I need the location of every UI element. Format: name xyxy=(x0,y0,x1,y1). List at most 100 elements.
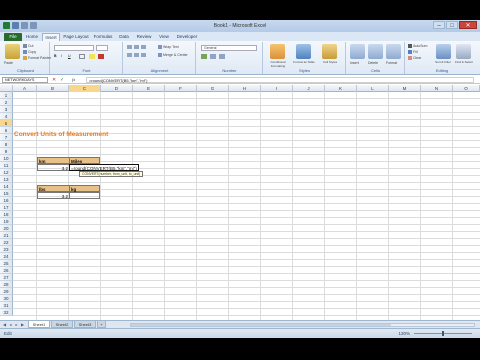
format-cells-icon[interactable] xyxy=(386,44,401,59)
row-header-13[interactable]: 13 xyxy=(0,176,13,183)
km-value-cell[interactable]: 3.2 xyxy=(37,164,70,171)
wrap-text-button[interactable]: Wrap Text xyxy=(158,45,179,50)
bold-icon[interactable]: B xyxy=(54,54,59,59)
row-header-22[interactable]: 22 xyxy=(0,239,13,246)
row-header-29[interactable]: 29 xyxy=(0,288,13,295)
align-bottom-icon[interactable] xyxy=(141,45,146,49)
clear-button[interactable]: Clear xyxy=(408,56,421,61)
row-header-16[interactable]: 16 xyxy=(0,197,13,204)
column-header-c[interactable]: C xyxy=(69,85,101,92)
row-header-4[interactable]: 4 xyxy=(0,113,13,120)
row-header-15[interactable]: 15 xyxy=(0,190,13,197)
row-header-25[interactable]: 25 xyxy=(0,260,13,267)
close-icon[interactable]: ✕ xyxy=(459,21,477,29)
row-header-28[interactable]: 28 xyxy=(0,281,13,288)
row-header-5[interactable]: 5 xyxy=(0,120,13,127)
conditional-formatting-button[interactable]: Conditional Formatting xyxy=(265,60,291,67)
font-color-icon[interactable] xyxy=(98,54,104,59)
tab-view[interactable]: View xyxy=(156,33,172,41)
format-painter-button[interactable]: Format Painter xyxy=(23,56,51,61)
align-middle-icon[interactable] xyxy=(134,45,139,49)
column-header-m[interactable]: M xyxy=(389,85,421,92)
copy-button[interactable]: Copy xyxy=(23,50,36,55)
tab-review[interactable]: Review xyxy=(134,33,154,41)
maximize-icon[interactable]: □ xyxy=(446,21,458,29)
font-size-dropdown[interactable] xyxy=(96,45,108,51)
row-header-6[interactable]: 6 xyxy=(0,127,13,134)
column-header-k[interactable]: K xyxy=(325,85,357,92)
row-header-17[interactable]: 17 xyxy=(0,204,13,211)
row-header-1[interactable]: 1 xyxy=(0,92,13,99)
tab-home[interactable]: Home xyxy=(24,33,40,41)
align-left-icon[interactable] xyxy=(127,53,132,57)
cancel-icon[interactable]: ✕ xyxy=(52,77,57,83)
minimize-icon[interactable]: – xyxy=(433,21,445,29)
currency-icon[interactable] xyxy=(201,54,207,59)
tab-insert[interactable]: Insert xyxy=(42,33,60,41)
row-header-3[interactable]: 3 xyxy=(0,106,13,113)
sheet-tab-sheet2[interactable]: Sheet2 xyxy=(51,321,73,328)
paste-button[interactable]: Paste xyxy=(4,61,13,66)
autosum-button[interactable]: AutoSum xyxy=(408,44,427,49)
row-header-2[interactable]: 2 xyxy=(0,99,13,106)
row-header-30[interactable]: 30 xyxy=(0,295,13,302)
row-header-11[interactable]: 11 xyxy=(0,162,13,169)
formula-input[interactable]: =round(CONVERT(B5,"km","mi") xyxy=(86,77,474,83)
insert-cells-button[interactable]: Insert xyxy=(350,61,359,66)
km-header-cell[interactable]: km xyxy=(37,157,70,164)
cell-styles-icon[interactable] xyxy=(322,44,337,59)
zoom-slider-thumb[interactable] xyxy=(442,331,444,336)
comma-icon[interactable] xyxy=(219,54,225,59)
borders-icon[interactable] xyxy=(79,54,85,59)
delete-cells-button[interactable]: Delete xyxy=(368,61,378,66)
select-all-corner[interactable] xyxy=(0,85,13,92)
lbs-header-cell[interactable]: lbs xyxy=(37,185,70,192)
column-header-d[interactable]: D xyxy=(101,85,133,92)
number-format-dropdown[interactable]: General xyxy=(201,45,257,51)
align-top-icon[interactable] xyxy=(127,45,132,49)
cut-button[interactable]: Cut xyxy=(23,44,33,49)
row-header-32[interactable]: 32 xyxy=(0,309,13,316)
percent-icon[interactable] xyxy=(210,54,216,59)
column-header-j[interactable]: J xyxy=(293,85,325,92)
horizontal-scrollbar[interactable] xyxy=(130,323,475,327)
row-header-7[interactable]: 7 xyxy=(0,134,13,141)
row-header-20[interactable]: 20 xyxy=(0,225,13,232)
row-header-31[interactable]: 31 xyxy=(0,302,13,309)
row-header-21[interactable]: 21 xyxy=(0,232,13,239)
fill-color-icon[interactable] xyxy=(89,54,95,59)
paste-icon[interactable] xyxy=(5,44,20,59)
binoculars-icon[interactable] xyxy=(456,44,471,59)
name-box[interactable]: NETWORKDAYS xyxy=(2,77,48,83)
column-header-i[interactable]: I xyxy=(261,85,293,92)
sort-filter-button[interactable]: Sort & Filter xyxy=(432,60,454,66)
enter-icon[interactable]: ✓ xyxy=(60,77,65,83)
miles-header-cell[interactable]: Miles xyxy=(69,157,100,164)
column-header-o[interactable]: O xyxy=(453,85,480,92)
column-header-e[interactable]: E xyxy=(133,85,165,92)
align-center-icon[interactable] xyxy=(134,53,139,57)
sheet-tab-sheet3[interactable]: Sheet3 xyxy=(74,321,96,328)
delete-cells-icon[interactable] xyxy=(368,44,383,59)
active-cell-formula[interactable]: =round(CONVERT(B5,"km","mi") xyxy=(69,164,139,171)
row-header-9[interactable]: 9 xyxy=(0,148,13,155)
format-as-table-button[interactable]: Format as Table xyxy=(292,60,316,66)
column-header-g[interactable]: G xyxy=(197,85,229,92)
sort-filter-icon[interactable] xyxy=(436,44,451,59)
row-header-23[interactable]: 23 xyxy=(0,246,13,253)
column-header-l[interactable]: L xyxy=(357,85,389,92)
merge-center-button[interactable]: Merge & Center xyxy=(158,53,188,58)
row-header-14[interactable]: 14 xyxy=(0,183,13,190)
insert-function-icon[interactable]: fx xyxy=(72,77,75,82)
tab-page-layout[interactable]: Page Layout xyxy=(62,33,90,41)
sheet-title[interactable]: Convert Units of Measurement xyxy=(13,130,109,139)
column-header-n[interactable]: N xyxy=(421,85,453,92)
row-header-19[interactable]: 19 xyxy=(0,218,13,225)
row-header-8[interactable]: 8 xyxy=(0,141,13,148)
row-header-10[interactable]: 10 xyxy=(0,155,13,162)
row-header-27[interactable]: 27 xyxy=(0,274,13,281)
tab-data[interactable]: Data xyxy=(116,33,132,41)
conditional-formatting-icon[interactable] xyxy=(270,44,285,59)
row-header-24[interactable]: 24 xyxy=(0,253,13,260)
find-select-button[interactable]: Find & Select xyxy=(453,60,475,66)
